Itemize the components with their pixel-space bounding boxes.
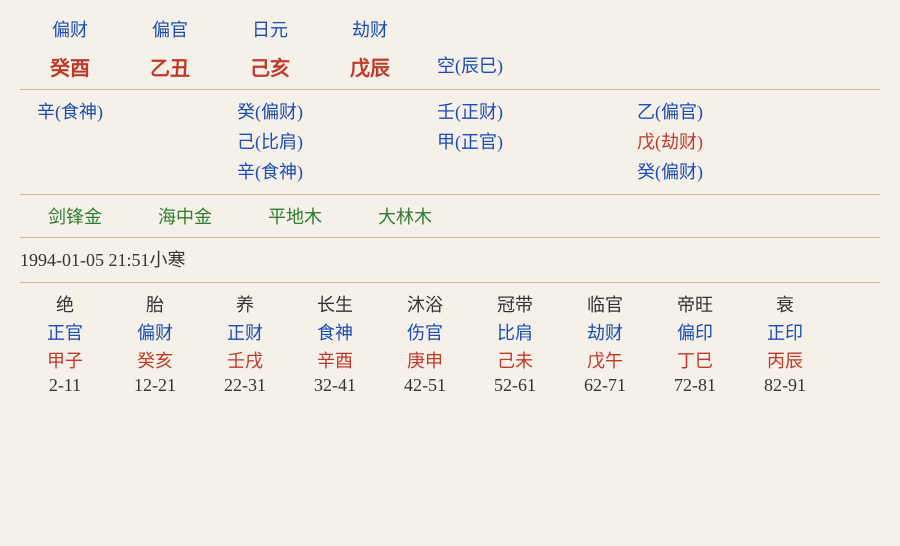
- luck-role-0: 正官: [47, 319, 83, 345]
- birth-date: 1994-01-05 21:51小寒: [20, 250, 186, 270]
- sub-char-2-6: [520, 128, 620, 154]
- luck-years-5: 52-61: [494, 375, 536, 396]
- sub-char-1-1: 辛(食神): [20, 98, 120, 124]
- luck-role-6: 劫财: [587, 319, 623, 345]
- nayin-2: 海中金: [130, 203, 240, 229]
- luck-phase-8: 衰: [776, 291, 794, 317]
- nayin-3: 平地木: [240, 203, 350, 229]
- sub-chars-row-3: 辛(食神) 癸(偏财): [20, 158, 880, 184]
- sub-char-1-2: [120, 98, 220, 124]
- luck-years-6: 62-71: [584, 375, 626, 396]
- sub-char-1-5: 壬(正财): [420, 98, 520, 124]
- nayin-1: 剑锋金: [20, 203, 130, 229]
- header-label-1: 偏财: [20, 16, 120, 42]
- luck-chars-6: 戊午: [587, 347, 623, 373]
- luck-table: 绝正官甲子2-11胎偏财癸亥12-21养正财壬戌22-31长生食神辛酉32-41…: [20, 291, 880, 398]
- luck-role-2: 正财: [227, 319, 263, 345]
- sub-char-2-4: [320, 128, 420, 154]
- luck-phase-2: 养: [236, 291, 254, 317]
- nayin-4: 大林木: [350, 203, 460, 229]
- luck-years-8: 82-91: [764, 375, 806, 396]
- luck-role-4: 伤官: [407, 319, 443, 345]
- luck-chars-1: 癸亥: [137, 347, 173, 373]
- sub-char-3-6: [520, 158, 620, 184]
- luck-phase-5: 冠带: [497, 291, 533, 317]
- luck-chars-8: 丙辰: [767, 347, 803, 373]
- luck-role-5: 比肩: [497, 319, 533, 345]
- luck-role-3: 食神: [317, 319, 353, 345]
- divider-1: [20, 89, 880, 90]
- luck-col-1: 胎偏财癸亥12-21: [110, 291, 200, 398]
- header-label-3: 日元: [220, 16, 320, 42]
- divider-4: [20, 282, 880, 283]
- luck-years-4: 42-51: [404, 375, 446, 396]
- luck-chars-5: 己未: [497, 347, 533, 373]
- main-char-2: 乙丑: [120, 52, 220, 81]
- luck-phase-1: 胎: [146, 291, 164, 317]
- sub-char-1-3: 癸(偏财): [220, 98, 320, 124]
- luck-phase-4: 沐浴: [407, 291, 443, 317]
- sub-chars-row-2: 己(比肩) 甲(正官) 戊(劫财): [20, 128, 880, 154]
- sub-char-3-3: 辛(食神): [220, 158, 320, 184]
- main-char-3: 己亥: [220, 52, 320, 81]
- luck-phase-6: 临官: [587, 291, 623, 317]
- luck-col-0: 绝正官甲子2-11: [20, 291, 110, 398]
- luck-role-7: 偏印: [677, 319, 713, 345]
- luck-phase-7: 帝旺: [677, 291, 713, 317]
- sub-char-2-1: [20, 128, 120, 154]
- sub-char-3-5: [420, 158, 520, 184]
- sub-char-1-7: 乙(偏官): [620, 98, 720, 124]
- main-char-4: 戊辰: [320, 52, 420, 81]
- sub-char-2-7: 戊(劫财): [620, 128, 720, 154]
- luck-col-3: 长生食神辛酉32-41: [290, 291, 380, 398]
- header-label-4: 劫财: [320, 16, 420, 42]
- sub-char-1-6: [520, 98, 620, 124]
- luck-phase-3: 长生: [317, 291, 353, 317]
- luck-years-3: 32-41: [314, 375, 356, 396]
- sub-char-3-4: [320, 158, 420, 184]
- date-row: 1994-01-05 21:51小寒: [20, 246, 880, 272]
- luck-chars-2: 壬戌: [227, 347, 263, 373]
- luck-role-1: 偏财: [137, 319, 173, 345]
- sub-char-3-1: [20, 158, 120, 184]
- header-labels-row: 偏财 偏官 日元 劫财: [20, 16, 880, 42]
- sub-char-2-3: 己(比肩): [220, 128, 320, 154]
- sub-char-1-4: [320, 98, 420, 124]
- sub-char-3-2: [120, 158, 220, 184]
- nayin-row: 剑锋金 海中金 平地木 大林木: [20, 203, 880, 229]
- main-char-note: 空(辰巳): [420, 52, 520, 81]
- main-char-1: 癸酉: [20, 52, 120, 81]
- header-label-2: 偏官: [120, 16, 220, 42]
- luck-years-0: 2-11: [49, 375, 81, 396]
- luck-chars-0: 甲子: [47, 347, 83, 373]
- luck-chars-4: 庚申: [407, 347, 443, 373]
- main-chars-row: 癸酉 乙丑 己亥 戊辰 空(辰巳): [20, 52, 880, 81]
- sub-char-2-5: 甲(正官): [420, 128, 520, 154]
- luck-col-8: 衰正印丙辰82-91: [740, 291, 830, 398]
- luck-years-2: 22-31: [224, 375, 266, 396]
- luck-years-7: 72-81: [674, 375, 716, 396]
- luck-col-5: 冠带比肩己未52-61: [470, 291, 560, 398]
- luck-phase-0: 绝: [56, 291, 74, 317]
- luck-col-2: 养正财壬戌22-31: [200, 291, 290, 398]
- divider-2: [20, 194, 880, 195]
- luck-years-1: 12-21: [134, 375, 176, 396]
- sub-chars-row-1: 辛(食神) 癸(偏财) 壬(正财) 乙(偏官): [20, 98, 880, 124]
- luck-role-8: 正印: [767, 319, 803, 345]
- luck-col-6: 临官劫财戊午62-71: [560, 291, 650, 398]
- luck-chars-3: 辛酉: [317, 347, 353, 373]
- luck-col-4: 沐浴伤官庚申42-51: [380, 291, 470, 398]
- luck-col-7: 帝旺偏印丁巳72-81: [650, 291, 740, 398]
- sub-char-3-7: 癸(偏财): [620, 158, 720, 184]
- sub-char-2-2: [120, 128, 220, 154]
- divider-3: [20, 237, 880, 238]
- luck-chars-7: 丁巳: [677, 347, 713, 373]
